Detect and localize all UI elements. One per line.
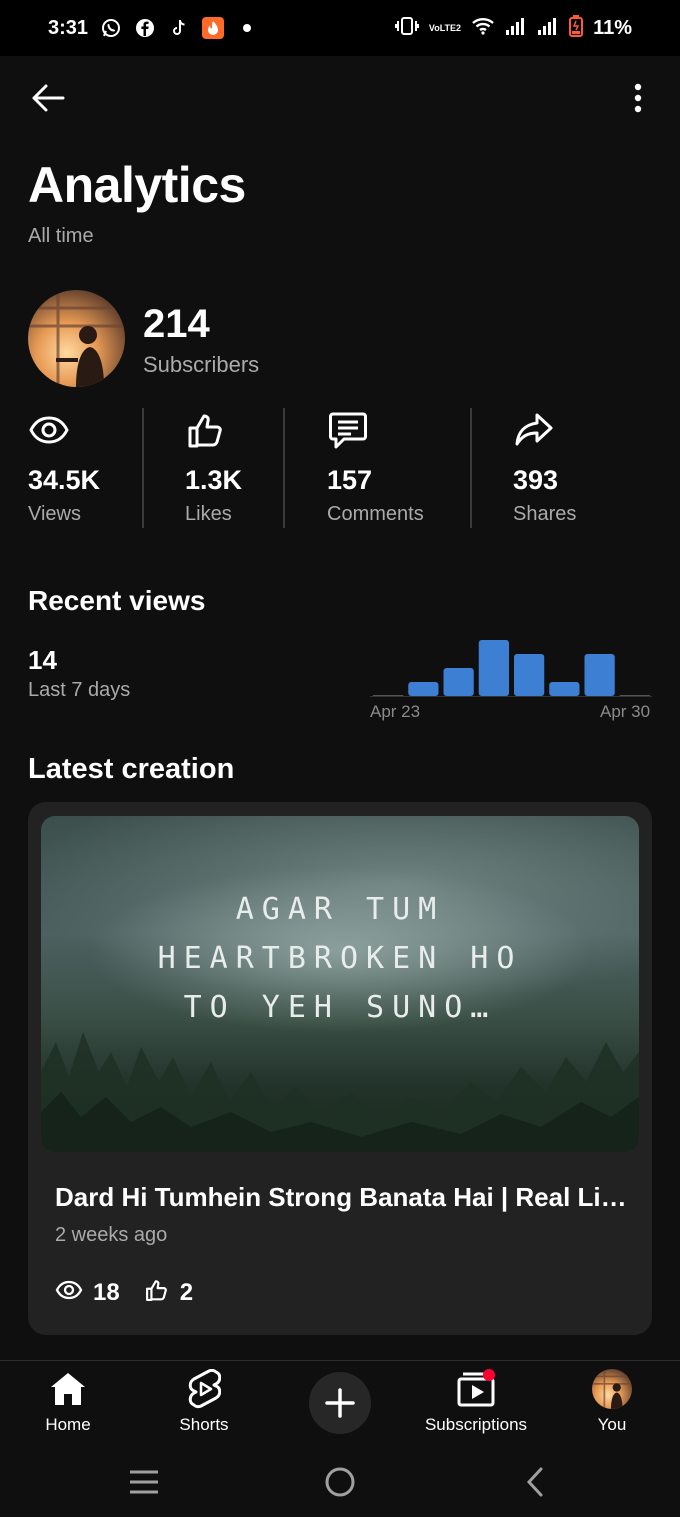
recent-views-period: Last 7 days [28,679,131,701]
video-like-count: 2 [179,1278,194,1306]
arrow-left-icon [32,84,65,112]
nav-label: Shorts [179,1415,229,1434]
chart-bar [549,682,580,696]
bottom-nav: Home Shorts Subscriptions You [0,1360,680,1450]
stat-value: 393 [513,465,559,495]
shorts-icon [184,1369,224,1409]
share-icon [513,409,555,451]
recent-views-chart [370,640,652,697]
nav-label: You [597,1415,627,1434]
chart-bar [408,682,439,696]
system-back-button[interactable] [515,1462,555,1502]
volte-icon: VoLTE2 [428,22,462,33]
user-avatar [592,1369,632,1409]
thumbnail-text-line: AGAR TUM [235,892,445,927]
chart-bar [478,640,509,696]
system-nav-bar [0,1450,680,1517]
nav-label: Subscriptions [424,1415,528,1434]
video-published-time: 2 weeks ago [55,1224,168,1246]
nav-subscriptions[interactable]: Subscriptions [411,1369,541,1435]
circle-icon [325,1467,355,1497]
stats-row: 34.5K Views 1.3K Likes 157 Comments 393 … [0,405,680,530]
nav-shorts[interactable]: Shorts [139,1369,269,1435]
divider [470,408,472,528]
tiktok-icon [168,17,190,39]
chart-bar [443,668,474,696]
wifi-icon [471,16,495,41]
avatar [592,1369,632,1409]
whatsapp-icon [100,17,122,39]
channel-summary [28,290,125,387]
more-vertical-icon [634,83,642,113]
channel-avatar [28,290,125,387]
battery-percent: 11% [593,16,632,39]
more-options-button[interactable] [616,76,660,120]
status-bar: 3:31 VoLTE2 11% [0,0,680,56]
nav-home[interactable]: Home [3,1369,133,1435]
volte-text: VoLTE2 [428,22,462,33]
recent-views-count: 14 [28,645,57,675]
divider [283,408,285,528]
battery-icon [569,14,584,42]
thumbs-up-icon [144,1277,170,1308]
signal-icon [537,16,559,41]
app-icon [202,17,225,39]
home-icon [48,1369,88,1409]
recent-apps-button[interactable] [124,1462,164,1502]
date-range-label: All time [28,225,94,247]
stat-value: 34.5K [28,465,101,495]
subscriptions-icon [456,1369,496,1409]
stat-value: 157 [327,465,373,495]
menu-icon [130,1470,158,1494]
nav-label: Home [45,1415,91,1434]
thumbnail-text-line: HEARTBROKEN HO [157,941,523,976]
chart-start-label: Apr 23 [370,702,421,721]
video-stats: 18 2 [55,1276,217,1309]
page-title: Analytics [28,157,246,213]
subscriber-count: 214 [143,302,210,346]
status-time: 3:31 [48,16,89,39]
top-bar [0,70,680,124]
chart-bar [514,654,545,696]
back-button[interactable] [26,76,70,120]
thumbs-up-icon [185,409,227,451]
stat-label: Comments [327,503,424,525]
video-thumbnail[interactable]: AGAR TUM HEARTBROKEN HO TO YEH SUNO… [41,816,639,1152]
plus-icon [325,1388,355,1418]
vibrate-icon [394,16,419,41]
chart-end-label: Apr 30 [600,702,651,721]
thumbnail-text-line: TO YEH SUNO… [183,990,497,1025]
stat-label: Views [28,503,81,525]
stat-value: 1.3K [185,465,243,495]
dot-icon [236,17,258,39]
eye-icon [55,1276,83,1309]
facebook-icon [134,17,156,39]
latest-video-card[interactable]: AGAR TUM HEARTBROKEN HO TO YEH SUNO… Dar… [28,802,652,1335]
stat-label: Shares [513,503,577,525]
video-view-count: 18 [93,1278,120,1306]
divider [142,408,144,528]
create-button[interactable] [309,1372,371,1434]
chart-baseline [370,696,652,697]
latest-creation-heading: Latest creation [28,753,235,785]
signal-icon [505,16,527,41]
nav-you[interactable]: You [547,1369,677,1435]
comment-icon [327,409,369,451]
stat-label: Likes [185,503,232,525]
subscriber-label: Subscribers [143,352,260,377]
eye-icon [28,409,70,451]
video-title[interactable]: Dard Hi Tumhein Strong Banata Hai | Real… [55,1182,627,1213]
system-home-button[interactable] [320,1462,360,1502]
chevron-left-icon [526,1467,543,1497]
recent-views-heading: Recent views [28,585,206,616]
chart-bar [584,654,615,696]
